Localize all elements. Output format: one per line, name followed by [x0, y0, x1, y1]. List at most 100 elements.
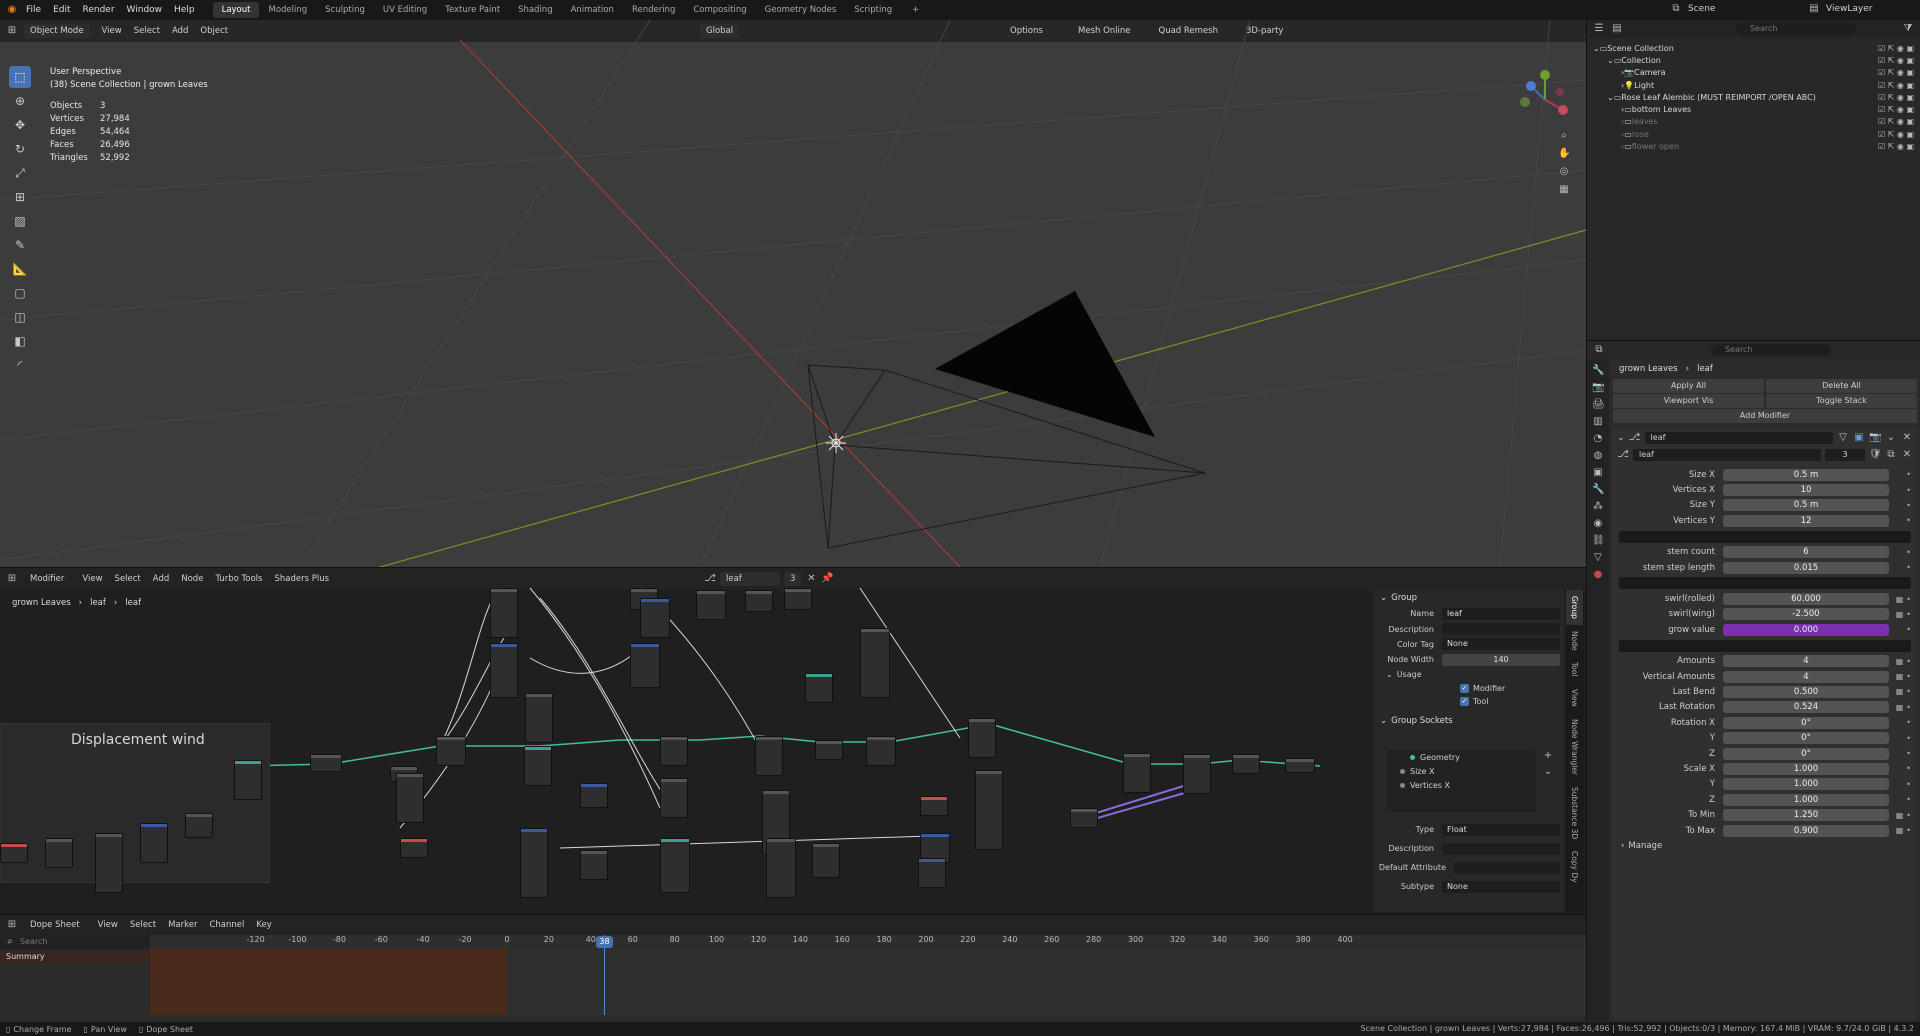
frame-ruler[interactable]: -120 -100 -80 -60 -40 -20 0 20 40 60 80 100 120 140 16… [150, 935, 1586, 949]
keyframe-dot-icon[interactable]: • [1906, 563, 1911, 572]
keyframe-dot-icon[interactable]: • [1906, 734, 1911, 743]
keyframe-dot-icon[interactable]: • [1906, 657, 1911, 666]
constraints-tab-icon[interactable]: ⛓ [1592, 535, 1605, 547]
node-group-users[interactable]: 3 [1825, 449, 1865, 461]
keyframe-dot-icon[interactable]: • [1906, 672, 1911, 681]
input-value-field[interactable]: 12 [1723, 514, 1889, 527]
add-modifier-button[interactable]: Add Modifier [1613, 409, 1917, 423]
socket-description-field[interactable] [1442, 842, 1560, 855]
manage-panel-header[interactable]: › Manage [1613, 838, 1917, 854]
graph-node[interactable] [185, 813, 213, 838]
attribute-toggle-icon[interactable]: ▦ [1896, 595, 1904, 604]
graph-node[interactable] [920, 796, 948, 816]
sidebar-tab-group[interactable]: Group [1566, 590, 1583, 625]
input-value-field[interactable]: 1.000 [1723, 793, 1889, 806]
close-icon[interactable]: ✕ [1901, 449, 1913, 461]
keyframe-dot-icon[interactable]: • [1906, 826, 1911, 835]
graph-node[interactable] [815, 740, 843, 760]
keyframe-dot-icon[interactable]: • [1906, 548, 1911, 557]
editor-type-icon[interactable]: ☰ [1593, 23, 1605, 35]
material-tab-icon[interactable]: ● [1592, 569, 1604, 581]
usage-modifier-checkbox[interactable]: ✓ Modifier [1374, 682, 1564, 695]
properties-search-input[interactable]: Search [1711, 344, 1831, 356]
input-value-field[interactable]: 0.000 [1723, 623, 1889, 636]
socket-menu-icon[interactable]: ⌄ [1542, 766, 1554, 778]
workspace-tab-layout[interactable]: Layout [212, 2, 260, 18]
add-socket-icon[interactable]: + [1542, 750, 1554, 762]
keyframe-dot-icon[interactable]: • [1906, 610, 1911, 619]
group-panel-header[interactable]: ⌄ Group [1374, 590, 1564, 606]
input-value-field[interactable]: 4 [1723, 655, 1889, 668]
graph-node[interactable] [660, 838, 690, 893]
input-value-field[interactable]: 0° [1723, 747, 1889, 760]
input-value-field[interactable]: 0.524 [1723, 701, 1889, 714]
outliner-search-input[interactable]: Search [1736, 23, 1856, 35]
outliner-visibility-icons[interactable]: ☑ ⇱ ◉ ▣ [1878, 105, 1914, 114]
outliner-item[interactable]: › ▭ leaves ☑ ⇱ ◉ ▣ [1587, 116, 1920, 128]
keyframe-dot-icon[interactable]: • [1906, 470, 1911, 479]
graph-node[interactable] [0, 843, 28, 863]
input-value-field[interactable]: 0.500 [1723, 685, 1889, 698]
usage-tool-checkbox[interactable]: ✓ Tool [1374, 695, 1564, 708]
menu-file[interactable]: File [20, 5, 47, 15]
particles-tab-icon[interactable]: ⁂ [1592, 501, 1604, 513]
sidebar-tab-view[interactable]: View [1566, 683, 1583, 713]
outliner-visibility-icons[interactable]: ☑ ⇱ ◉ ▣ [1878, 44, 1914, 53]
cube-tool-icon[interactable]: ◫ [9, 306, 31, 328]
toggle-stack-button[interactable]: Toggle Stack [1766, 394, 1917, 408]
graph-node[interactable] [436, 736, 466, 766]
input-value-field[interactable]: 0.5 m [1723, 468, 1889, 481]
keyframe-dot-icon[interactable]: • [1906, 501, 1911, 510]
expand-arrow-icon[interactable]: ⌄ [1607, 56, 1614, 65]
outliner-item[interactable]: › ▭ flower open ☑ ⇱ ◉ ▣ [1587, 140, 1920, 152]
output-tab-icon[interactable]: 🖨 [1592, 399, 1605, 411]
physics-tab-icon[interactable]: ◉ [1592, 518, 1604, 530]
graph-node[interactable] [866, 736, 896, 766]
graph-node[interactable] [520, 828, 548, 898]
keyframe-dot-icon[interactable]: • [1906, 625, 1911, 634]
node-editor[interactable]: ⊞ Modifier View Select Add Node Turbo Tools S… [0, 567, 1586, 914]
graph-node[interactable] [660, 736, 688, 766]
graph-node[interactable] [1123, 753, 1151, 793]
dopesheet-menu-marker[interactable]: Marker [162, 918, 203, 932]
outliner-item[interactable]: ⌄ ▭ Rose Leaf Alembic (MUST REIMPORT /OP… [1587, 91, 1920, 103]
workspace-tab-uv-editing[interactable]: UV Editing [374, 2, 436, 18]
graph-node[interactable] [490, 588, 518, 638]
render-tab-icon[interactable]: 📷 [1592, 382, 1604, 394]
blender-logo-icon[interactable]: ◉ [6, 4, 18, 16]
usage-header[interactable]: ⌄ Usage [1374, 668, 1564, 682]
keyframe-dot-icon[interactable]: • [1906, 718, 1911, 727]
camera-view-icon[interactable]: ◎ [1558, 166, 1570, 178]
graph-node[interactable] [1232, 754, 1260, 774]
group-socket-item[interactable]: Size X [1386, 764, 1536, 778]
current-frame-indicator[interactable]: 38 [596, 936, 613, 948]
outliner-item[interactable]: › 📷 Camera ☑ ⇱ ◉ ▣ [1587, 67, 1920, 79]
outliner-item[interactable]: › ▭ bottom Leaves ☑ ⇱ ◉ ▣ [1587, 103, 1920, 115]
annotate-tool-icon[interactable]: ✎ [9, 234, 31, 256]
modifier-name-field[interactable]: leaf [1644, 432, 1833, 444]
dope-sheet-mode-dropdown[interactable]: Dope Sheet [24, 918, 86, 932]
workspace-tab-shading[interactable]: Shading [509, 2, 562, 18]
input-value-field[interactable]: 0° [1723, 732, 1889, 745]
graph-node[interactable] [396, 773, 424, 823]
input-value-field[interactable]: -2.500 [1723, 608, 1889, 621]
dopesheet-menu-channel[interactable]: Channel [203, 918, 250, 932]
rotate-tool-icon[interactable]: ↻ [9, 138, 31, 160]
keyframe-dot-icon[interactable]: • [1906, 749, 1911, 758]
curve-tool-icon[interactable]: ◜ [9, 354, 31, 376]
menu-help[interactable]: Help [168, 5, 201, 15]
menu-render[interactable]: Render [77, 5, 121, 15]
add-cube-tool-icon[interactable]: ▢ [9, 282, 31, 304]
graph-node[interactable] [580, 850, 608, 880]
input-value-field[interactable]: 1.000 [1723, 778, 1889, 791]
dopesheet-menu-view[interactable]: View [92, 918, 124, 932]
properties-breadcrumb-item[interactable]: grown Leaves [1619, 364, 1678, 374]
keyframe-dot-icon[interactable]: • [1906, 516, 1911, 525]
sidebar-tab-node-wrangler[interactable]: Node Wrangler [1566, 713, 1583, 781]
node-width-field[interactable]: 140 [1442, 653, 1560, 666]
outliner-visibility-icons[interactable]: ☑ ⇱ ◉ ▣ [1878, 81, 1914, 90]
attribute-toggle-icon[interactable]: ▦ [1896, 610, 1904, 619]
delete-all-button[interactable]: Delete All [1766, 379, 1917, 393]
workspace-tab-texture-paint[interactable]: Texture Paint [436, 2, 509, 18]
socket-type-dropdown[interactable]: Float [1442, 823, 1560, 836]
